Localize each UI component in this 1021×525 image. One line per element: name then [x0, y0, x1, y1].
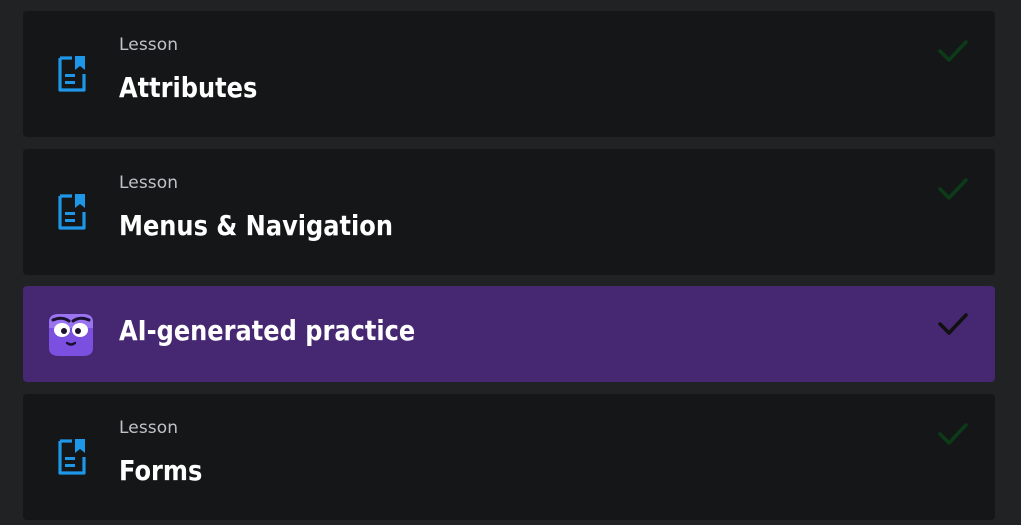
completed-check-icon [937, 310, 969, 338]
lesson-eyebrow: Lesson [119, 35, 179, 55]
lesson-title: Forms [119, 454, 203, 487]
lesson-eyebrow: Lesson [119, 173, 179, 193]
completed-check-icon [937, 175, 969, 203]
completed-check-icon [937, 420, 969, 448]
lesson-document-icon [54, 54, 88, 94]
lesson-title: Menus & Navigation [119, 209, 393, 242]
completed-check-icon [937, 37, 969, 65]
lesson-list: Lesson Attributes Lesson Menus & Navigat… [0, 0, 1021, 525]
lesson-title: Attributes [119, 71, 258, 104]
lesson-document-icon [54, 437, 88, 477]
lesson-eyebrow: Lesson [119, 418, 179, 438]
lesson-card-menus-navigation[interactable]: Lesson Menus & Navigation [23, 149, 995, 275]
lesson-card-attributes[interactable]: Lesson Attributes [23, 11, 995, 137]
ai-practice-card[interactable]: AI-generated practice [23, 286, 995, 382]
practice-title: AI-generated practice [119, 314, 416, 347]
lesson-card-forms[interactable]: Lesson Forms [23, 394, 995, 520]
lesson-document-icon [54, 192, 88, 232]
ai-mascot-icon [45, 310, 97, 358]
